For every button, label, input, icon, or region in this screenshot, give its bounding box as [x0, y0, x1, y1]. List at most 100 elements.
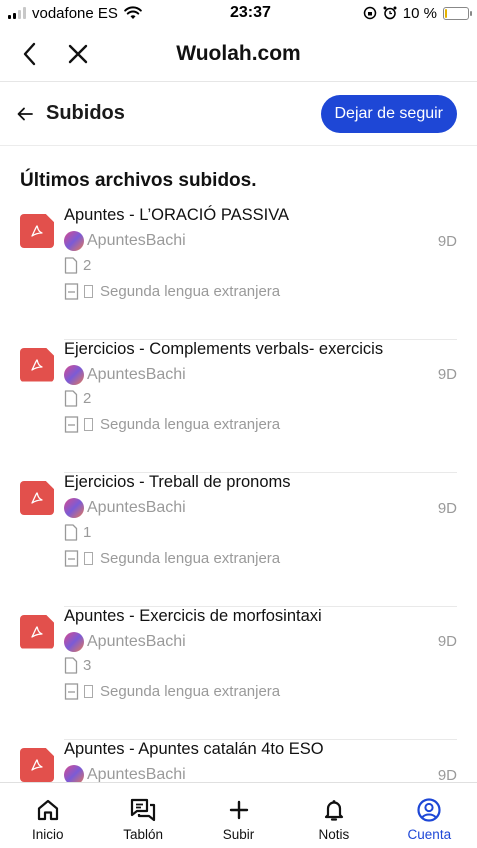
acrobat-icon [31, 358, 43, 371]
nav-label: Tablón [123, 827, 163, 842]
page-icon [64, 390, 78, 407]
file-title[interactable]: Ejercicios - Complements verbals- exerci… [64, 340, 383, 359]
file-list-item[interactable]: Ejercicios - Complements verbals- exerci… [0, 340, 477, 473]
subject-icon [64, 683, 79, 700]
file-title[interactable]: Apuntes - Exercicis de morfosintaxi [64, 607, 322, 626]
author-avatar[interactable] [64, 498, 84, 518]
battery-icon [443, 6, 472, 20]
author-row: ApuntesBachi 9D [64, 764, 457, 782]
status-right: 10 % [363, 4, 472, 22]
page-back-button[interactable] [14, 103, 36, 125]
plus-icon [229, 800, 248, 820]
wifi-icon [124, 6, 142, 19]
nav-item-subir[interactable]: Subir [191, 783, 286, 848]
acrobat-icon [31, 759, 43, 771]
main-content[interactable]: Últimos archivos subidos. Apuntes - L’OR… [0, 146, 477, 782]
author-name[interactable]: ApuntesBachi [87, 366, 438, 384]
nav-item-inicio[interactable]: Inicio [0, 783, 95, 848]
file-title[interactable]: Ejercicios - Treball de pronoms [64, 473, 291, 492]
file-list-item[interactable]: Apuntes - L’ORACIÓ PASSIVA ApuntesBachi … [0, 206, 477, 340]
page-icon [64, 657, 78, 674]
nav-label: Inicio [31, 827, 64, 842]
alarm-icon [383, 6, 397, 20]
nav-item-cuenta[interactable]: Cuenta [382, 783, 477, 848]
section-title: Últimos archivos subidos. [20, 170, 257, 191]
nav-label: Subir [222, 827, 255, 842]
pages-row: 3 [64, 655, 91, 677]
back-button[interactable] [8, 32, 52, 76]
carrier-label: vodafone ES [32, 4, 118, 22]
file-age: 9D [437, 633, 457, 650]
file-title[interactable]: Apuntes - L’ORACIÓ PASSIVA [64, 206, 289, 225]
page-header: Subidos Dejar de seguir [0, 82, 477, 146]
author-avatar[interactable] [64, 631, 84, 652]
author-row: ApuntesBachi 9D [64, 230, 457, 252]
page-count: 2 [83, 256, 92, 274]
rotation-lock-icon [363, 6, 377, 20]
missing-glyph-icon [84, 284, 93, 298]
subject-icon [64, 549, 79, 567]
signal-icon [8, 7, 26, 19]
page-title: Subidos [46, 102, 125, 124]
subject-label: Segunda lengua extranjera [100, 549, 281, 567]
author-name[interactable]: ApuntesBachi [87, 499, 438, 517]
file-age: 9D [437, 499, 457, 517]
page-icon [64, 256, 78, 274]
author-avatar[interactable] [64, 364, 84, 385]
subject-row: Segunda lengua extranjera [64, 414, 280, 436]
page-count: 3 [83, 657, 92, 674]
pdf-file-icon [20, 748, 54, 782]
pdf-file-icon [20, 347, 54, 382]
file-list: Apuntes - L’ORACIÓ PASSIVA ApuntesBachi … [0, 206, 477, 782]
close-icon [68, 44, 88, 63]
page-count: 2 [83, 390, 92, 407]
pages-row: 2 [64, 254, 91, 276]
file-list-item[interactable]: Apuntes - Exercicis de morfosintaxi Apun… [0, 607, 477, 740]
nav-label: Notis [318, 827, 350, 842]
pages-row: 1 [64, 521, 91, 543]
author-row: ApuntesBachi 9D [64, 631, 457, 653]
author-avatar[interactable] [64, 231, 84, 251]
nav-item-notis[interactable]: Notis [286, 783, 381, 848]
file-age: 9D [437, 232, 457, 250]
missing-glyph-icon [84, 685, 93, 698]
subject-label: Segunda lengua extranjera [100, 416, 281, 433]
file-list-item[interactable]: Ejercicios - Treball de pronoms ApuntesB… [0, 473, 477, 607]
page-count: 1 [83, 523, 92, 541]
pdf-file-icon [20, 214, 54, 248]
author-name[interactable]: ApuntesBachi [87, 633, 438, 651]
subject-icon [64, 416, 79, 433]
file-list-item[interactable]: Apuntes - Apuntes catalán 4to ESO Apunte… [0, 740, 477, 782]
acrobat-icon [31, 625, 43, 638]
author-name[interactable]: ApuntesBachi [87, 766, 438, 782]
author-name[interactable]: ApuntesBachi [87, 232, 438, 250]
file-age: 9D [437, 766, 457, 783]
pages-row: 2 [64, 388, 91, 410]
battery-percent: 10 % [402, 4, 437, 22]
nav-item-tablon[interactable]: Tablón [95, 783, 190, 848]
chat-icon [131, 798, 156, 822]
chevron-left-icon [23, 42, 36, 65]
subject-label: Segunda lengua extranjera [100, 282, 281, 300]
acrobat-icon [31, 492, 43, 504]
arrow-left-icon [17, 107, 33, 120]
file-age: 9D [437, 366, 457, 383]
status-bar: vodafone ES 23:37 10 % [0, 0, 477, 26]
home-icon [37, 799, 58, 821]
subject-row: Segunda lengua extranjera [64, 681, 280, 703]
file-title[interactable]: Apuntes - Apuntes catalán 4to ESO [64, 740, 324, 759]
account-icon [417, 798, 441, 822]
unfollow-button[interactable]: Dejar de seguir [320, 94, 457, 133]
close-button[interactable] [56, 32, 100, 76]
missing-glyph-icon [84, 551, 93, 565]
author-row: ApuntesBachi 9D [64, 497, 457, 519]
subject-icon [64, 282, 79, 300]
pdf-file-icon [20, 481, 54, 515]
nav-label: Cuenta [407, 827, 452, 842]
author-avatar[interactable] [64, 765, 84, 782]
browser-header: Wuolah.com [0, 26, 477, 82]
status-time: 23:37 [229, 4, 271, 21]
subject-row: Segunda lengua extranjera [64, 280, 280, 302]
subject-label: Segunda lengua extranjera [100, 683, 281, 700]
pdf-file-icon [20, 614, 54, 649]
